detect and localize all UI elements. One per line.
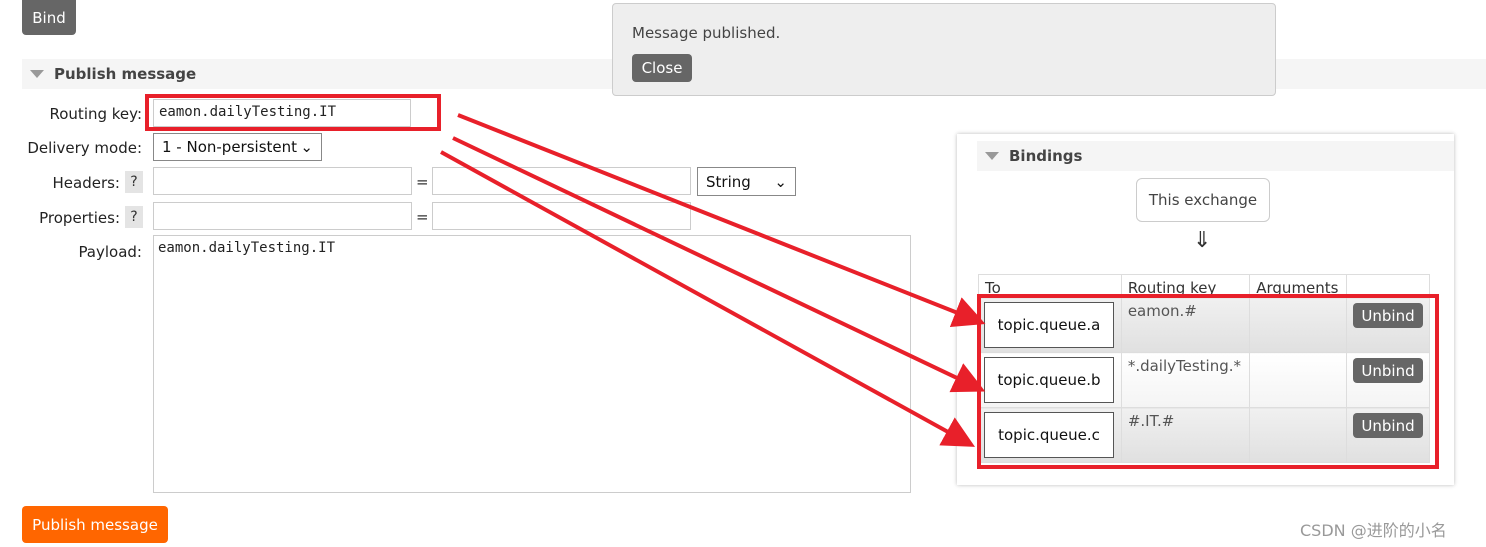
annotation-arrow bbox=[452, 136, 986, 393]
highlight-box bbox=[977, 294, 1439, 469]
watermark: CSDN @进阶的小名 bbox=[1300, 521, 1447, 540]
annotation-arrow bbox=[440, 150, 976, 447]
annotation-arrow bbox=[457, 113, 986, 328]
annotation-overlay bbox=[145, 94, 1439, 469]
highlight-box bbox=[145, 94, 441, 131]
